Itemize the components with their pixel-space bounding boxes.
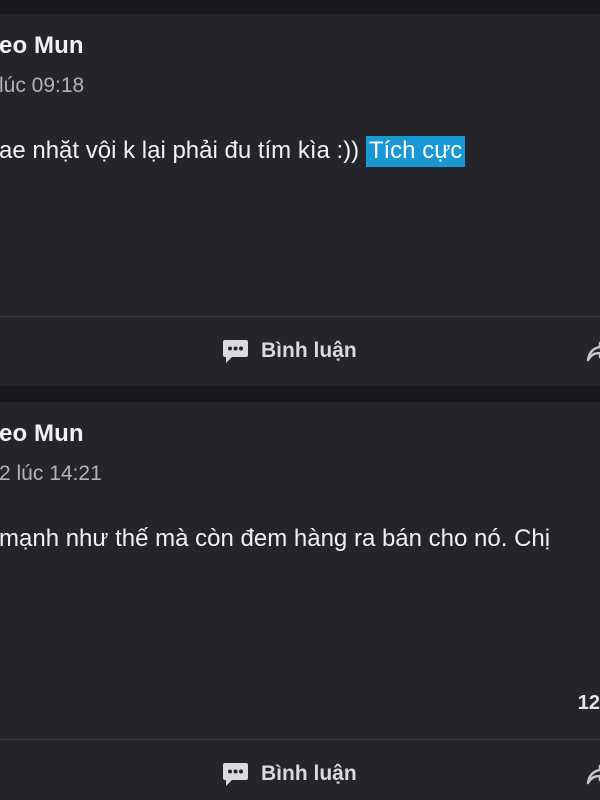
comment-icon <box>223 340 248 363</box>
post-content: mạnh như thế mà còn đem hàng ra bán cho … <box>0 524 550 554</box>
post-text: ae nhặt vội k lại phải đu tím kìa :)) <box>0 137 366 164</box>
post-author[interactable]: eo Mun <box>0 420 84 448</box>
action-bar: Bình luận <box>0 316 600 386</box>
post-author[interactable]: eo Mun <box>0 32 84 60</box>
share-icon[interactable] <box>586 762 600 786</box>
reaction-count[interactable]: 12 <box>578 692 600 715</box>
action-bar: Bình luận <box>0 739 600 800</box>
post-timestamp[interactable]: 2 lúc 14:21 <box>0 462 102 486</box>
comment-label: Bình luận <box>261 339 357 362</box>
comment-label: Bình luận <box>261 762 357 785</box>
post-content: ae nhặt vội k lại phải đu tím kìa :)) Tí… <box>0 136 466 167</box>
comment-button[interactable]: Bình luận <box>222 759 357 789</box>
sentiment-tag: Tích cực <box>365 136 466 167</box>
post-timestamp[interactable]: lúc 09:18 <box>0 74 84 98</box>
post-text: mạnh như thế mà còn đem hàng ra bán cho … <box>0 525 551 552</box>
post-card: eo Mun 2 lúc 14:21 mạnh như thế mà còn đ… <box>0 402 600 800</box>
post-card: eo Mun lúc 09:18 ae nhặt vội k lại phải … <box>0 14 600 386</box>
feed: eo Mun lúc 09:18 ae nhặt vội k lại phải … <box>0 0 600 800</box>
comment-icon <box>223 763 248 786</box>
share-icon[interactable] <box>586 339 600 363</box>
comment-button[interactable]: Bình luận <box>222 336 357 366</box>
